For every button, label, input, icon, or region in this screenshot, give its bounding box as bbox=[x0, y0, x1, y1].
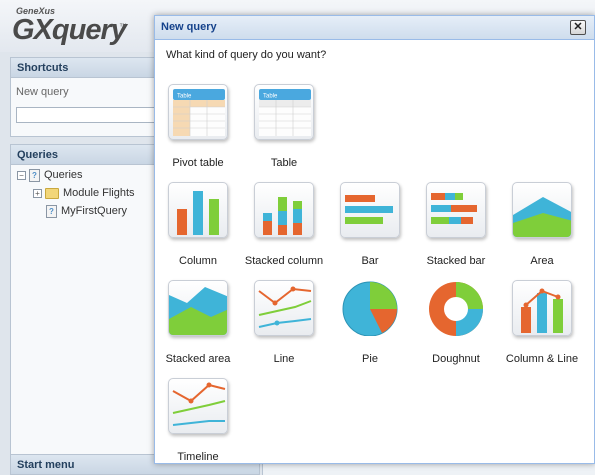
area-chart-icon bbox=[512, 182, 572, 238]
tree-item-label: Queries bbox=[44, 169, 83, 181]
option-stacked-bar[interactable]: Stacked bar bbox=[413, 182, 495, 272]
dialog-header: New query ✕ bbox=[155, 16, 594, 40]
option-timeline[interactable]: Timeline bbox=[155, 378, 237, 468]
option-label: Bar bbox=[361, 255, 379, 267]
pivot-table-icon: Table bbox=[168, 84, 228, 140]
option-label: Line bbox=[273, 353, 295, 365]
dialog-title: New query bbox=[161, 21, 217, 33]
option-line[interactable]: Line bbox=[241, 280, 323, 370]
dialog-prompt: What kind of query do you want? bbox=[166, 49, 327, 61]
expand-icon[interactable]: + bbox=[33, 188, 42, 198]
table-icon: Table bbox=[254, 84, 314, 140]
collapse-icon[interactable]: − bbox=[17, 170, 26, 180]
option-label: Area bbox=[530, 255, 554, 267]
option-label: Timeline bbox=[177, 451, 219, 463]
option-stacked-column[interactable]: Stacked column bbox=[241, 182, 323, 272]
option-label: Stacked area bbox=[165, 353, 231, 365]
tree-item-myfirstquery[interactable]: ? MyFirstQuery bbox=[46, 203, 127, 219]
column-line-icon bbox=[512, 280, 572, 336]
pie-chart-icon bbox=[340, 280, 400, 336]
option-doughnut[interactable]: Doughnut bbox=[413, 280, 495, 370]
brand-trademark: ™ bbox=[119, 22, 127, 31]
option-column-line[interactable]: Column & Line bbox=[499, 280, 581, 370]
option-label: Stacked bar bbox=[426, 255, 486, 267]
option-label: Column & Line bbox=[505, 353, 579, 365]
option-label: Pie bbox=[362, 353, 378, 365]
option-label: Column bbox=[179, 255, 217, 267]
timeline-icon bbox=[168, 378, 228, 434]
option-label: Table bbox=[270, 157, 298, 169]
option-bar[interactable]: Bar bbox=[327, 182, 409, 272]
doughnut-chart-icon bbox=[426, 280, 486, 336]
line-chart-icon bbox=[254, 280, 314, 336]
option-area[interactable]: Area bbox=[499, 182, 581, 272]
option-column[interactable]: Column bbox=[155, 182, 237, 272]
folder-icon bbox=[45, 187, 59, 199]
option-label: Doughnut bbox=[432, 353, 480, 365]
stacked-area-icon bbox=[168, 280, 228, 336]
query-icon: ? bbox=[29, 168, 40, 182]
svg-text:Table: Table bbox=[263, 94, 278, 100]
query-icon: ? bbox=[46, 204, 57, 218]
new-query-label: New query bbox=[16, 86, 69, 98]
stacked-column-icon bbox=[254, 182, 314, 238]
option-table[interactable]: Table Table bbox=[241, 84, 323, 174]
svg-text:Table: Table bbox=[177, 94, 192, 100]
tree-item-queries[interactable]: −? Queries bbox=[17, 167, 83, 183]
new-query-dialog: New query ✕ What kind of query do you wa… bbox=[154, 15, 595, 464]
option-pie[interactable]: Pie bbox=[327, 280, 409, 370]
option-stacked-area[interactable]: Stacked area bbox=[155, 280, 237, 370]
option-label: Stacked column bbox=[244, 255, 324, 267]
column-chart-icon bbox=[168, 182, 228, 238]
tree-item-label: MyFirstQuery bbox=[61, 205, 127, 217]
tree-item-module-flights[interactable]: + Module Flights bbox=[33, 185, 135, 201]
option-label: Pivot table bbox=[172, 157, 224, 169]
bar-chart-icon bbox=[340, 182, 400, 238]
stacked-bar-icon bbox=[426, 182, 486, 238]
brand-gxquery-logo: GXquery bbox=[12, 14, 127, 46]
new-query-input[interactable] bbox=[16, 107, 166, 123]
option-pivot-table[interactable]: Table Pivot table bbox=[155, 84, 237, 174]
tree-item-label: Module Flights bbox=[63, 187, 135, 199]
close-icon[interactable]: ✕ bbox=[570, 20, 586, 35]
